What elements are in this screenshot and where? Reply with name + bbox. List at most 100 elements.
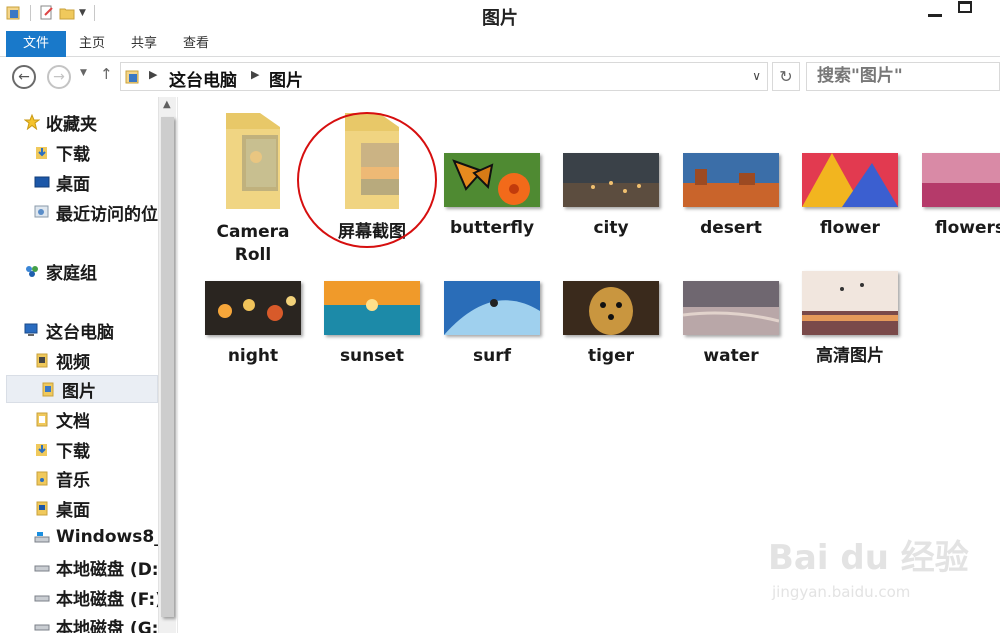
pictures-folder-icon xyxy=(42,382,54,397)
image-item-hd-picture[interactable]: 高清图片 xyxy=(795,271,905,368)
sidebar-item-downloads-pc[interactable]: 下载 xyxy=(0,435,158,463)
refresh-icon: ↻ xyxy=(779,67,793,86)
annotation-circle xyxy=(297,112,437,248)
image-item-surf[interactable]: surf xyxy=(437,281,547,368)
scrollbar-thumb[interactable] xyxy=(161,117,174,617)
recent-places-icon xyxy=(34,205,49,218)
flower-thumbnail xyxy=(802,153,898,207)
water-thumbnail xyxy=(682,281,780,335)
item-label: flower xyxy=(820,218,880,238)
ribbon-tabs: 文件 主页 共享 查看 xyxy=(0,31,1000,57)
sidebar-item-videos[interactable]: 视频 xyxy=(0,346,158,374)
sidebar-item-system-drive[interactable]: Windows8_ xyxy=(0,523,158,551)
sunset-thumbnail xyxy=(324,281,420,335)
image-item-flower[interactable]: flower xyxy=(795,153,905,240)
maximize-button[interactable] xyxy=(958,1,972,13)
forward-button[interactable]: → xyxy=(47,65,71,89)
item-label: water xyxy=(703,346,759,366)
tiger-thumbnail xyxy=(563,281,659,335)
breadcrumb-pictures[interactable]: 图片 xyxy=(269,66,303,91)
tab-home[interactable]: 主页 xyxy=(70,31,114,57)
sidebar-item-favorites[interactable]: 收藏夹 xyxy=(0,108,158,136)
minimize-button[interactable] xyxy=(928,4,942,17)
sidebar-item-downloads[interactable]: 下载 xyxy=(0,138,158,166)
address-dropdown-icon[interactable]: ∨ xyxy=(752,69,761,83)
watermark-url: jingyan.baidu.com xyxy=(772,583,911,601)
tab-share[interactable]: 共享 xyxy=(122,31,166,57)
desktop-icon xyxy=(34,176,50,188)
image-item-water[interactable]: water xyxy=(676,281,786,368)
refresh-button[interactable]: ↻ xyxy=(772,62,800,91)
image-item-desert[interactable]: desert xyxy=(676,153,786,240)
flowers-thumbnail xyxy=(922,153,1000,207)
sidebar-item-desktop[interactable]: 桌面 xyxy=(0,168,158,196)
scroll-up-icon[interactable]: ▲ xyxy=(163,99,171,110)
hd-picture-thumbnail xyxy=(802,271,898,335)
tab-file[interactable]: 文件 xyxy=(6,31,66,57)
night-thumbnail xyxy=(205,281,301,335)
navigation-bar: ← → ▼ ↑ ▶ 这台电脑 ▶ 图片 ∨ ↻ 搜索"图片" xyxy=(0,58,1000,96)
item-label: 高清图片 xyxy=(816,346,884,366)
address-bar[interactable]: ▶ 这台电脑 ▶ 图片 ∨ xyxy=(120,62,768,91)
item-label: Camera Roll xyxy=(216,222,290,265)
up-arrow-icon[interactable]: ↑ xyxy=(100,65,113,83)
item-label: surf xyxy=(472,346,511,366)
title-bar: ▼ 图片 xyxy=(0,0,1000,31)
sidebar-item-music[interactable]: 音乐 xyxy=(0,464,158,492)
explorer-window: ▼ 图片 文件 主页 共享 查看 ← → ▼ ↑ ▶ 这台电脑 ▶ 图片 ∨ ↻… xyxy=(0,0,1000,633)
image-item-butterfly[interactable]: butterfly xyxy=(437,153,547,240)
recent-locations-dropdown-icon[interactable]: ▼ xyxy=(80,68,87,78)
drive-icon xyxy=(34,595,50,602)
minimize-icon xyxy=(928,14,942,17)
homegroup-icon xyxy=(26,266,38,277)
maximize-icon xyxy=(958,1,972,13)
image-item-tiger[interactable]: tiger xyxy=(556,281,666,368)
sidebar-item-pictures[interactable]: 图片 xyxy=(6,375,158,403)
sidebar-item-drive-f[interactable]: 本地磁盘 (F:) xyxy=(0,583,158,611)
watermark-brand: Bai du 经验 xyxy=(768,538,969,578)
image-item-city[interactable]: city xyxy=(556,153,666,240)
sidebar-item-desktop-pc[interactable]: 桌面 xyxy=(0,494,158,522)
item-label: sunset xyxy=(339,346,405,366)
search-input[interactable]: 搜索"图片" xyxy=(806,62,1000,91)
sidebar-item-homegroup[interactable]: 家庭组 xyxy=(0,257,158,285)
back-arrow-icon: ← xyxy=(18,69,30,85)
system-drive-icon xyxy=(34,532,50,543)
sidebar-item-drive-g[interactable]: 本地磁盘 (G: xyxy=(0,612,158,633)
item-label: desert xyxy=(700,218,762,238)
sidebar-item-drive-d[interactable]: 本地磁盘 (D: xyxy=(0,553,158,581)
nav-pane-scrollbar[interactable]: ▲ xyxy=(158,97,176,633)
sidebar-item-this-pc[interactable]: 这台电脑 xyxy=(0,316,158,344)
sidebar-item-documents[interactable]: 文档 xyxy=(0,405,158,433)
image-item-sunset[interactable]: sunset xyxy=(317,281,427,368)
item-label: city xyxy=(593,218,629,238)
sidebar-item-recent-places[interactable]: 最近访问的位 xyxy=(0,198,158,226)
star-icon xyxy=(24,114,40,130)
surf-thumbnail xyxy=(444,281,540,335)
pane-divider xyxy=(177,97,178,633)
item-label: tiger xyxy=(587,346,635,366)
breadcrumb-chevron-icon[interactable]: ▶ xyxy=(251,68,259,81)
folder-icon xyxy=(226,113,280,209)
breadcrumb-this-pc[interactable]: 这台电脑 xyxy=(169,66,237,91)
desktop-folder-icon xyxy=(36,501,48,516)
back-button[interactable]: ← xyxy=(12,65,36,89)
butterfly-thumbnail xyxy=(444,153,540,207)
item-label: night xyxy=(227,346,279,366)
this-pc-icon xyxy=(24,323,38,336)
drive-icon xyxy=(34,624,50,631)
videos-folder-icon xyxy=(36,353,48,368)
pictures-location-icon xyxy=(125,70,139,84)
navigation-pane: 收藏夹 下载 桌面 最近访问的位 家庭组 这台电脑 视频 图片 文档 下载 音乐… xyxy=(0,97,178,633)
city-thumbnail xyxy=(563,153,659,207)
image-item-flowers[interactable]: flowers xyxy=(915,153,1000,240)
image-item-night[interactable]: night xyxy=(198,281,308,368)
folder-item-camera-roll[interactable]: Camera Roll xyxy=(198,109,308,267)
documents-folder-icon xyxy=(36,412,48,427)
breadcrumb-chevron-icon[interactable]: ▶ xyxy=(149,68,157,81)
forward-arrow-icon: → xyxy=(53,69,65,85)
download-folder-icon xyxy=(36,444,47,456)
tab-view[interactable]: 查看 xyxy=(174,31,218,57)
music-folder-icon xyxy=(36,471,48,486)
item-label: flowers xyxy=(934,218,1000,238)
